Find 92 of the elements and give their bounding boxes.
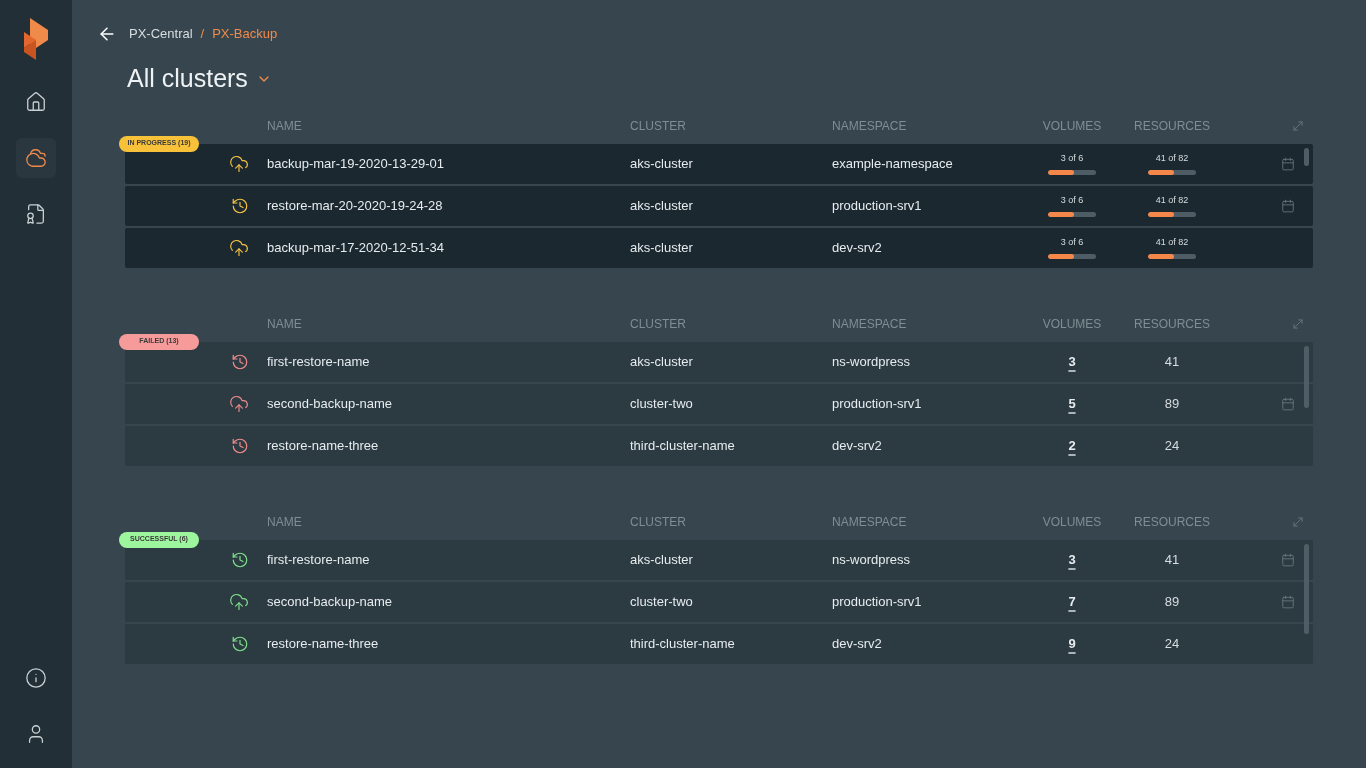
column-header: VOLUMES xyxy=(1042,315,1102,333)
expand-icon[interactable] xyxy=(1291,316,1305,331)
cluster-name: cluster-two xyxy=(630,394,694,413)
calendar-icon[interactable] xyxy=(1281,198,1295,213)
volume-count-link[interactable]: 7 xyxy=(1068,593,1076,609)
namespace-name: example-namespace xyxy=(832,154,954,173)
resource-count: 24 xyxy=(1164,635,1180,651)
cluster-name: cluster-two xyxy=(630,592,694,611)
cloud-upload-icon xyxy=(229,237,249,258)
history-icon xyxy=(231,352,249,371)
history-icon xyxy=(231,196,249,215)
column-header: RESOURCES xyxy=(1134,315,1210,333)
backup-name: first-restore-name xyxy=(267,550,371,569)
column-header: NAMESPACE xyxy=(832,117,908,135)
column-header: NAMESPACE xyxy=(832,513,908,531)
logo-icon xyxy=(24,18,48,60)
column-header: CLUSTER xyxy=(630,513,687,531)
table-row[interactable]: restore-name-three third-cluster-name dev-srv2 9 24 xyxy=(125,623,1313,664)
column-header: CLUSTER xyxy=(630,117,687,135)
volume-count-link[interactable]: 3 xyxy=(1068,353,1076,369)
column-header: RESOURCES xyxy=(1134,513,1210,531)
column-header: NAME xyxy=(267,315,303,333)
namespace-name: dev-srv2 xyxy=(832,634,883,653)
namespace-name: ns-wordpress xyxy=(832,352,912,371)
cloud-upload-icon xyxy=(229,591,249,612)
progress-text: 3 of 6 xyxy=(1060,193,1084,207)
progress-text: 3 of 6 xyxy=(1060,235,1084,249)
namespace-name: dev-srv2 xyxy=(832,238,883,257)
cluster-name: aks-cluster xyxy=(630,352,694,371)
cluster-name: aks-cluster xyxy=(630,550,694,569)
table-row[interactable]: restore-mar-20-2020-19-24-28 aks-cluster production-srv1 3 of 6 41 of 82 xyxy=(125,185,1313,226)
calendar-icon[interactable] xyxy=(1281,594,1295,609)
resource-count: 89 xyxy=(1164,593,1180,609)
backup-name: first-restore-name xyxy=(267,352,371,371)
cluster-name: aks-cluster xyxy=(630,238,694,257)
page-title: All clusters xyxy=(127,63,248,94)
backup-name: backup-mar-19-2020-13-29-01 xyxy=(267,154,446,173)
column-header: VOLUMES xyxy=(1042,513,1102,531)
backup-name: restore-name-three xyxy=(267,436,380,455)
table-row[interactable]: second-backup-name cluster-two production-srv1 5 89 xyxy=(125,383,1313,424)
progress-text: 41 of 82 xyxy=(1155,151,1189,165)
volume-count-link[interactable]: 9 xyxy=(1068,635,1076,651)
column-header: VOLUMES xyxy=(1042,117,1102,135)
resource-count: 41 xyxy=(1164,551,1180,567)
volume-count-link[interactable]: 5 xyxy=(1068,395,1076,411)
namespace-name: production-srv1 xyxy=(832,196,923,215)
resource-count: 24 xyxy=(1164,437,1180,453)
cloud-icon[interactable] xyxy=(16,138,56,178)
backup-name: restore-name-three xyxy=(267,634,380,653)
cluster-name: aks-cluster xyxy=(630,154,694,173)
table-row[interactable]: second-backup-name cluster-two production-srv1 7 89 xyxy=(125,581,1313,622)
progress-text: 3 of 6 xyxy=(1060,151,1084,165)
namespace-name: production-srv1 xyxy=(832,394,923,413)
namespace-name: production-srv1 xyxy=(832,592,923,611)
cluster-name: third-cluster-name xyxy=(630,634,736,653)
namespace-name: ns-wordpress xyxy=(832,550,912,569)
history-icon xyxy=(231,436,249,455)
resource-count: 41 xyxy=(1164,353,1180,369)
cluster-name: third-cluster-name xyxy=(630,436,736,455)
breadcrumb-link[interactable]: PX-Central xyxy=(129,24,193,44)
backup-name: second-backup-name xyxy=(267,592,394,611)
cluster-name: aks-cluster xyxy=(630,196,694,215)
progress-text: 41 of 82 xyxy=(1155,235,1189,249)
table-row[interactable]: restore-name-three third-cluster-name dev-srv2 2 24 xyxy=(125,425,1313,466)
calendar-icon[interactable] xyxy=(1281,156,1295,171)
column-header: NAME xyxy=(267,117,303,135)
scrollbar-thumb[interactable] xyxy=(1304,345,1309,408)
calendar-icon[interactable] xyxy=(1281,396,1295,411)
backup-name: restore-mar-20-2020-19-24-28 xyxy=(267,196,444,215)
table-row[interactable]: backup-mar-17-2020-12-51-34 aks-cluster dev-srv2 3 of 6 41 of 82 xyxy=(125,227,1313,268)
breadcrumb-link[interactable]: PX-Backup xyxy=(212,24,278,44)
cloud-upload-icon xyxy=(229,153,249,174)
cloud-upload-icon xyxy=(229,393,249,414)
column-header: RESOURCES xyxy=(1134,117,1210,135)
history-icon xyxy=(231,634,249,653)
volume-count-link[interactable]: 2 xyxy=(1068,437,1076,453)
backup-name: second-backup-name xyxy=(267,394,394,413)
namespace-name: dev-srv2 xyxy=(832,436,883,455)
backup-name: backup-mar-17-2020-12-51-34 xyxy=(267,238,446,257)
scrollbar-thumb[interactable] xyxy=(1304,147,1309,166)
progress-text: 41 of 82 xyxy=(1155,193,1189,207)
breadcrumb-separator: / xyxy=(200,25,205,44)
history-icon xyxy=(231,550,249,569)
volume-count-link[interactable]: 3 xyxy=(1068,551,1076,567)
column-header: CLUSTER xyxy=(630,315,687,333)
expand-icon[interactable] xyxy=(1291,514,1305,529)
column-header: NAME xyxy=(267,513,303,531)
column-header: NAMESPACE xyxy=(832,315,908,333)
calendar-icon[interactable] xyxy=(1281,552,1295,567)
resource-count: 89 xyxy=(1164,395,1180,411)
expand-icon[interactable] xyxy=(1291,118,1305,133)
scrollbar-thumb[interactable] xyxy=(1304,543,1309,634)
